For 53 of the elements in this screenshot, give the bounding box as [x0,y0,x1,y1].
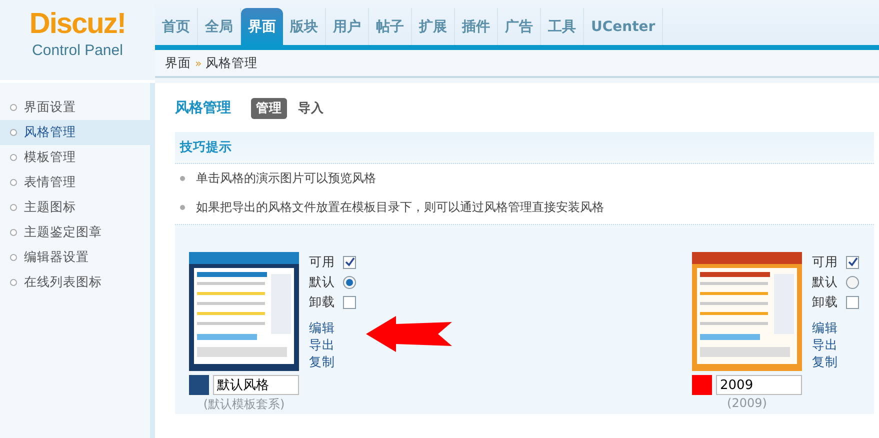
tips-title: 技巧提示 [175,132,874,164]
bullet-icon [10,279,17,286]
name-field[interactable]: 默认风格 [213,375,299,395]
action-link[interactable]: 导出 [309,336,356,353]
breadcrumb-current: 风格管理 [206,54,258,72]
name-field[interactable]: 2009 [716,375,802,395]
bullet-icon [10,129,17,136]
option-label: 可用 [309,254,335,270]
bullet-icon [10,229,17,236]
radio-button[interactable] [846,276,859,288]
action-link[interactable]: 编辑 [812,319,859,336]
bullet-icon [10,104,17,111]
checkbox[interactable] [846,296,859,308]
bullet-icon [10,154,17,161]
page-tab[interactable]: 导入 [293,98,329,118]
action-link[interactable]: 编辑 [309,319,356,336]
action-link[interactable]: 导出 [812,336,859,353]
logo-title: Discuz! [29,10,126,38]
option-label: 默认 [309,274,335,290]
page-tab[interactable]: 管理 [251,98,287,118]
action-link[interactable]: 复制 [812,353,859,370]
bullet-icon [180,205,185,210]
style-subtitle: (2009) [727,396,767,410]
sidebar-item[interactable]: 界面设置 [0,95,150,120]
action-link[interactable]: 复制 [309,353,356,370]
checkbox[interactable] [343,256,356,268]
bullet-icon [10,204,17,211]
bullet-icon [180,176,185,181]
checkbox[interactable] [343,296,356,308]
sidebar-item[interactable]: 风格管理 [0,120,150,145]
breadcrumb-link[interactable]: 界面 [165,54,191,72]
logo-subtitle: Control Panel [32,42,123,59]
sidebar-item[interactable]: 主题图标 [0,195,150,220]
option-label: 卸载 [309,294,335,310]
radio-button[interactable] [343,276,356,288]
option-label: 卸载 [812,294,838,310]
sidebar-item[interactable]: 表情管理 [0,170,150,195]
tip-text: 如果把导出的风格文件放置在模板目录下，则可以通过风格管理直接安装风格 [196,199,604,216]
page-title: 风格管理 [175,99,231,117]
sidebar-item[interactable]: 编辑器设置 [0,245,150,270]
breadcrumb-separator: » [195,56,202,70]
style-subtitle: (默认模板套系) [203,396,285,413]
sidebar-item[interactable]: 模板管理 [0,145,150,170]
sidebar-item[interactable]: 在线列表图标 [0,270,150,295]
option-label: 默认 [812,274,838,290]
arrow-icon [366,316,452,352]
bullet-icon [10,254,17,261]
tip-text: 单击风格的演示图片可以预览风格 [196,170,376,187]
checkbox[interactable] [846,256,859,268]
sidebar-item[interactable]: 主题鉴定图章 [0,220,150,245]
bullet-icon [10,179,17,186]
nav-tab[interactable]: 界面 [241,8,283,45]
option-label: 可用 [812,254,838,270]
